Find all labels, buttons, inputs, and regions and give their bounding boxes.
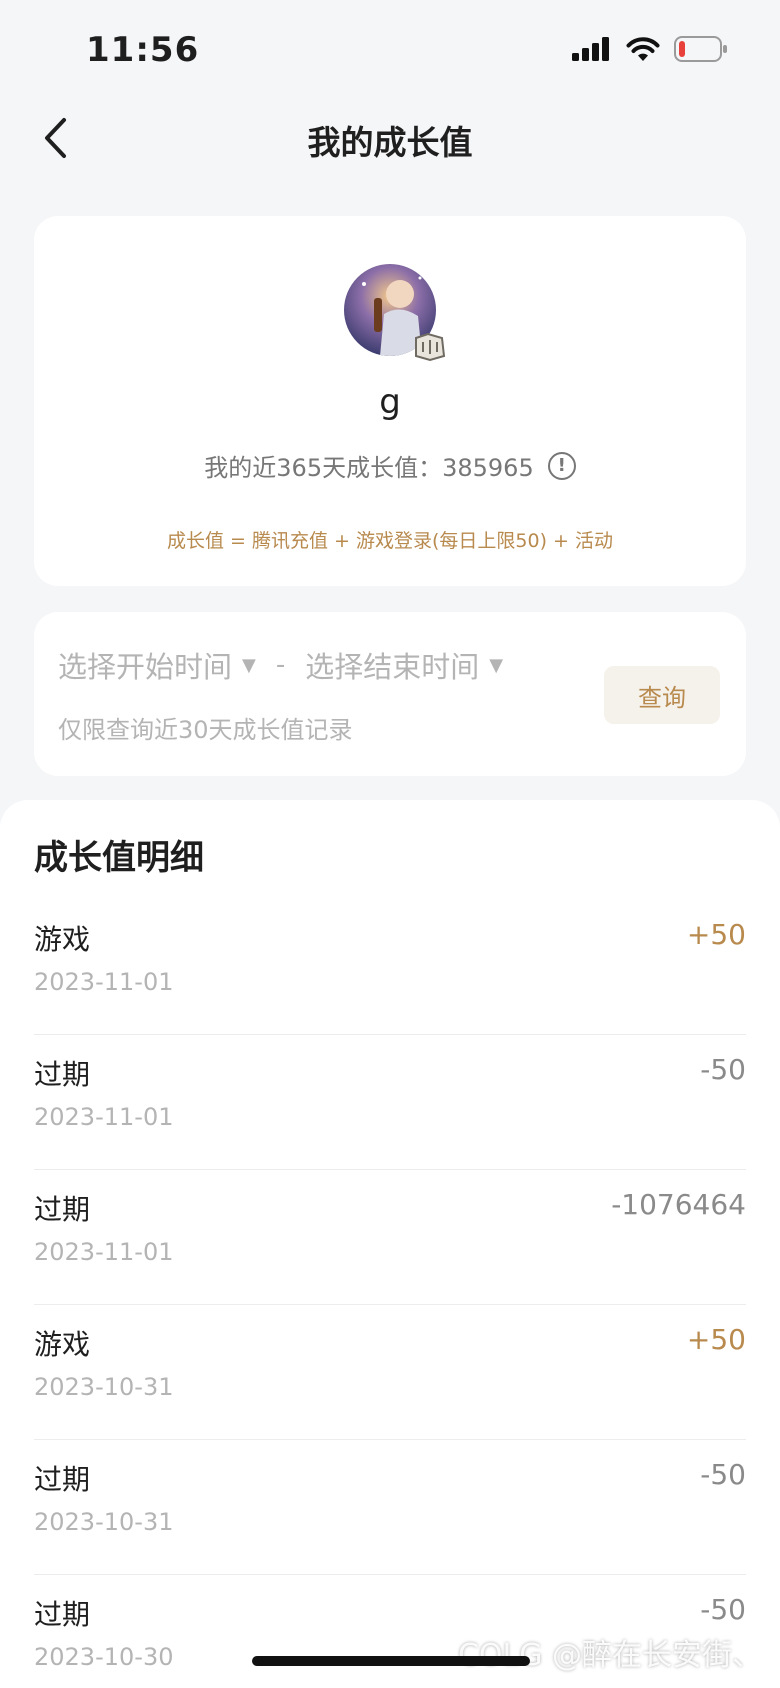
item-date: 2023-11-01 bbox=[34, 1238, 174, 1266]
profile-card: g 我的近365天成长值：385965 ! 成长值 = 腾讯充值 + 游戏登录(… bbox=[34, 216, 746, 586]
dropdown-triangle-icon: ▼ bbox=[489, 654, 504, 676]
signal-icon bbox=[572, 37, 609, 61]
item-amount: +50 bbox=[686, 1323, 746, 1356]
growth-detail-section: 成长值明细 游戏 2023-11-01 +50 过期 2023-11-01 -5… bbox=[0, 800, 780, 1688]
badge-icon bbox=[415, 332, 446, 362]
list-item: 游戏 2023-11-01 +50 bbox=[34, 900, 746, 1035]
start-date-picker[interactable]: 选择开始时间 ▼ bbox=[58, 644, 256, 686]
item-date: 2023-10-30 bbox=[34, 1643, 174, 1671]
status-time: 11:56 bbox=[86, 30, 200, 70]
item-label: 过期 bbox=[34, 1193, 91, 1226]
item-date: 2023-11-01 bbox=[34, 1103, 174, 1131]
username: g bbox=[379, 382, 401, 422]
avatar-wrap[interactable] bbox=[344, 264, 446, 362]
list-item: 过期 2023-10-31 -50 bbox=[34, 1440, 746, 1575]
status-icons bbox=[572, 36, 728, 62]
item-label: 过期 bbox=[34, 1058, 91, 1091]
date-range: 选择开始时间 ▼ - 选择结束时间 ▼ bbox=[58, 644, 503, 686]
item-amount: -50 bbox=[700, 1593, 746, 1626]
wifi-icon bbox=[626, 37, 660, 61]
end-date-picker[interactable]: 选择结束时间 ▼ bbox=[305, 644, 503, 686]
item-label: 过期 bbox=[34, 1463, 91, 1496]
item-date: 2023-11-01 bbox=[34, 968, 174, 996]
growth-label: 我的近365天成长值： bbox=[204, 454, 443, 482]
end-date-placeholder: 选择结束时间 bbox=[305, 650, 480, 684]
growth-value-row: 我的近365天成长值：385965 bbox=[204, 448, 533, 483]
info-icon[interactable]: ! bbox=[547, 451, 576, 480]
query-button[interactable]: 查询 bbox=[604, 666, 720, 724]
nav-bar: 我的成长值 bbox=[0, 100, 780, 176]
dropdown-triangle-icon: ▼ bbox=[242, 654, 256, 676]
item-amount: -50 bbox=[700, 1458, 746, 1491]
item-amount: -1076464 bbox=[611, 1188, 746, 1221]
query-card: 选择开始时间 ▼ - 选择结束时间 ▼ 仅限查询近30天成长值记录 查询 bbox=[34, 612, 746, 776]
growth-value: 385965 bbox=[442, 454, 534, 482]
date-separator: - bbox=[275, 650, 286, 680]
home-indicator[interactable] bbox=[252, 1656, 530, 1666]
growth-formula: 成长值 = 腾讯充值 + 游戏登录(每日上限50) + 活动 bbox=[166, 530, 613, 552]
list-item: 游戏 2023-10-31 +50 bbox=[34, 1305, 746, 1440]
item-label: 游戏 bbox=[34, 1328, 91, 1361]
item-label: 过期 bbox=[34, 1598, 91, 1631]
item-date: 2023-10-31 bbox=[34, 1373, 174, 1401]
watermark: COLG @醉在长安街、 bbox=[457, 1638, 762, 1673]
list-item: 过期 2023-11-01 -50 bbox=[34, 1035, 746, 1170]
start-date-placeholder: 选择开始时间 bbox=[58, 650, 233, 684]
detail-title: 成长值明细 bbox=[34, 838, 204, 878]
list-item: 过期 2023-11-01 -1076464 bbox=[34, 1170, 746, 1305]
item-label: 游戏 bbox=[34, 923, 91, 956]
page-title: 我的成长值 bbox=[307, 123, 473, 162]
detail-list: 游戏 2023-11-01 +50 过期 2023-11-01 -50 过期 2… bbox=[34, 900, 746, 1688]
battery-icon bbox=[674, 36, 727, 62]
query-hint: 仅限查询近30天成长值记录 bbox=[58, 716, 353, 744]
item-date: 2023-10-31 bbox=[34, 1508, 174, 1536]
status-bar: 11:56 bbox=[0, 0, 780, 100]
item-amount: +50 bbox=[686, 918, 746, 951]
item-amount: -50 bbox=[700, 1053, 746, 1086]
growth-summary: 我的近365天成长值：385965 ! bbox=[34, 448, 746, 483]
